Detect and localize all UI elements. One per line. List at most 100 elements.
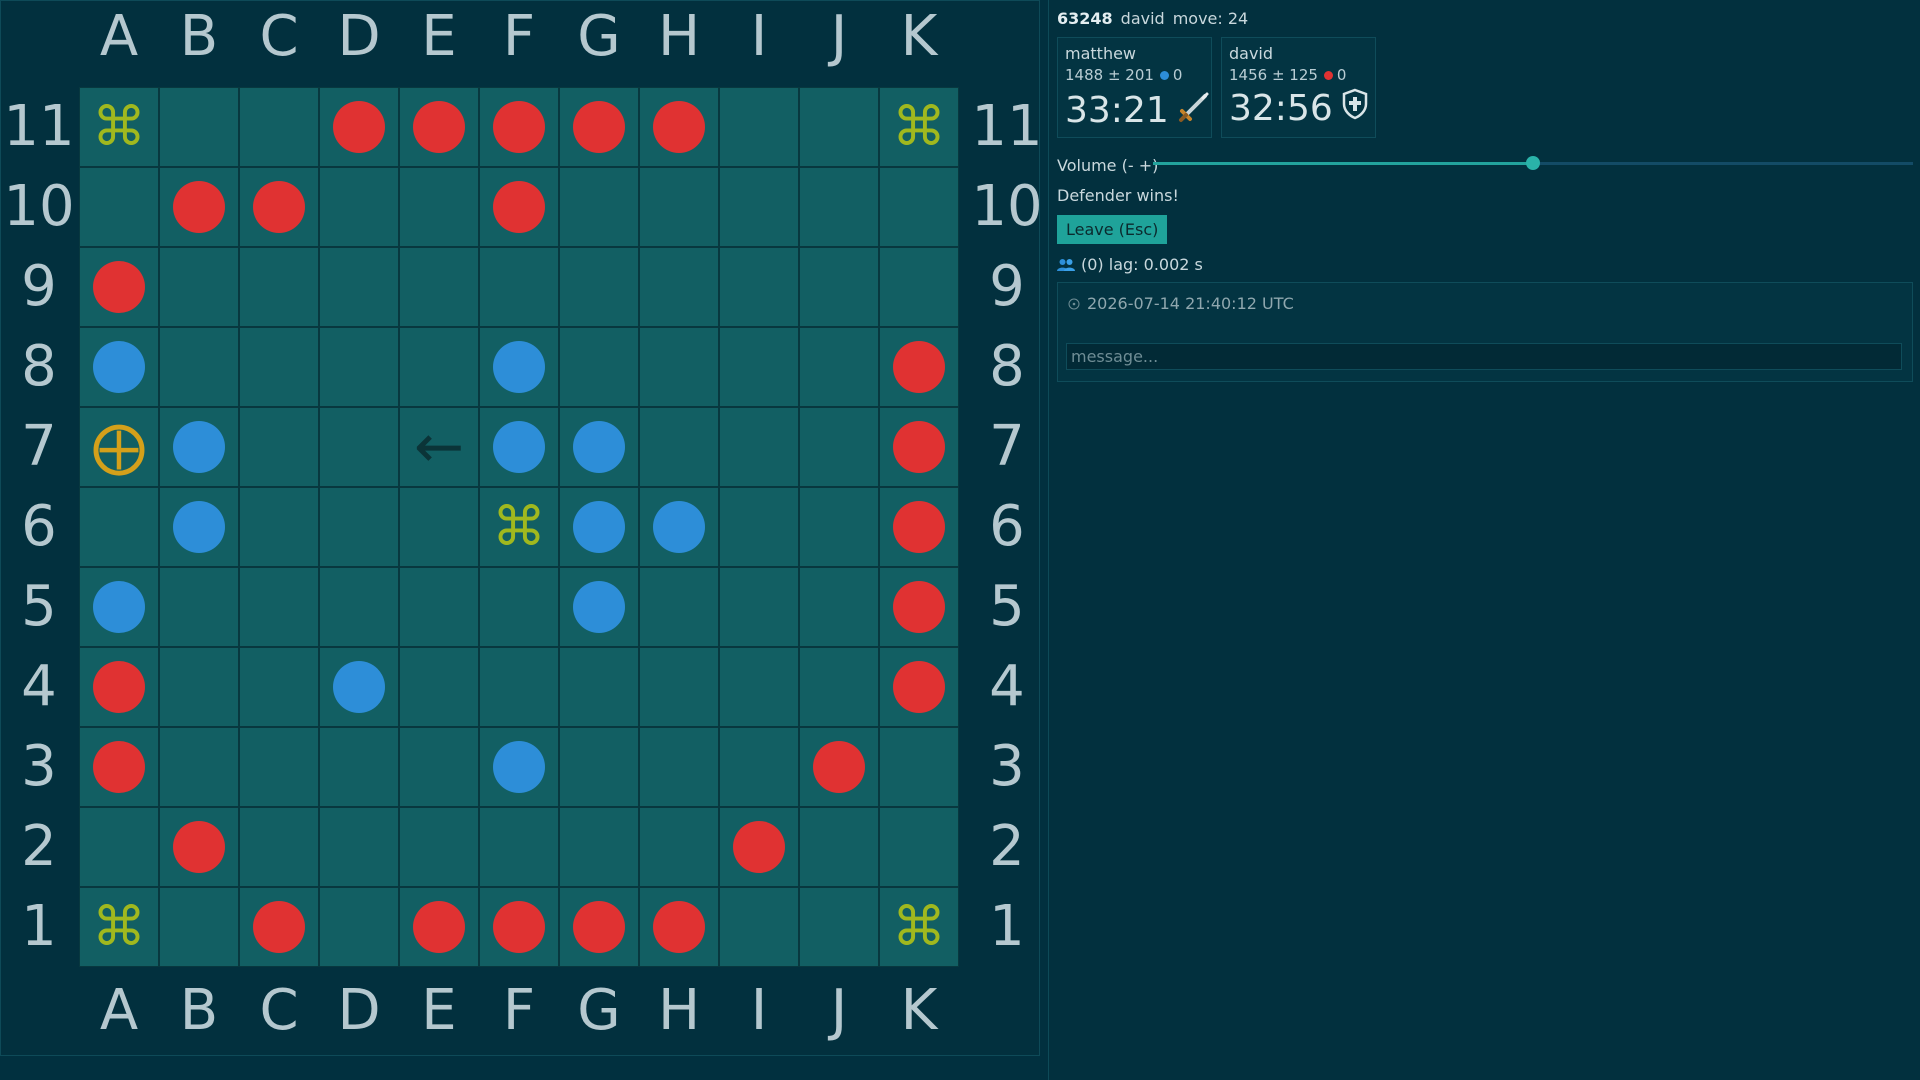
board-square-k2[interactable]	[879, 807, 959, 887]
board-square-c1[interactable]	[239, 887, 319, 967]
board-square-i3[interactable]	[719, 727, 799, 807]
board-square-c11[interactable]	[239, 87, 319, 167]
board-square-c6[interactable]	[239, 487, 319, 567]
board-square-e6[interactable]	[399, 487, 479, 567]
board-square-c5[interactable]	[239, 567, 319, 647]
board-square-g5[interactable]	[559, 567, 639, 647]
board-square-d9[interactable]	[319, 247, 399, 327]
board-square-g7[interactable]	[559, 407, 639, 487]
board-square-i11[interactable]	[719, 87, 799, 167]
attacker-piece[interactable]	[573, 101, 625, 153]
attacker-piece[interactable]	[493, 181, 545, 233]
game-board[interactable]: ⌘ ⌘ ⨁ ← ⌘ ⌘ ⌘	[79, 87, 963, 971]
board-square-h9[interactable]	[639, 247, 719, 327]
board-square-d5[interactable]	[319, 567, 399, 647]
defender-piece[interactable]	[573, 501, 625, 553]
board-square-j1[interactable]	[799, 887, 879, 967]
board-square-b3[interactable]	[159, 727, 239, 807]
board-square-k7[interactable]	[879, 407, 959, 487]
board-square-i5[interactable]	[719, 567, 799, 647]
board-square-j8[interactable]	[799, 327, 879, 407]
attacker-piece[interactable]	[93, 661, 145, 713]
board-square-f10[interactable]	[479, 167, 559, 247]
board-square-a4[interactable]	[79, 647, 159, 727]
defender-piece[interactable]	[573, 421, 625, 473]
attacker-piece[interactable]	[573, 901, 625, 953]
board-square-h10[interactable]	[639, 167, 719, 247]
board-square-h11[interactable]	[639, 87, 719, 167]
board-square-f8[interactable]	[479, 327, 559, 407]
board-square-a10[interactable]	[79, 167, 159, 247]
board-square-j9[interactable]	[799, 247, 879, 327]
board-square-a5[interactable]	[79, 567, 159, 647]
board-square-e5[interactable]	[399, 567, 479, 647]
board-square-a6[interactable]	[79, 487, 159, 567]
board-square-g10[interactable]	[559, 167, 639, 247]
board-square-h3[interactable]	[639, 727, 719, 807]
board-square-k4[interactable]	[879, 647, 959, 727]
defender-piece[interactable]	[653, 501, 705, 553]
board-square-a7[interactable]: ⨁	[79, 407, 159, 487]
board-square-a3[interactable]	[79, 727, 159, 807]
board-square-d6[interactable]	[319, 487, 399, 567]
board-square-j3[interactable]	[799, 727, 879, 807]
board-square-g6[interactable]	[559, 487, 639, 567]
board-square-g9[interactable]	[559, 247, 639, 327]
board-square-k6[interactable]	[879, 487, 959, 567]
board-square-i10[interactable]	[719, 167, 799, 247]
board-square-e10[interactable]	[399, 167, 479, 247]
board-square-f3[interactable]	[479, 727, 559, 807]
board-square-h1[interactable]	[639, 887, 719, 967]
board-square-f4[interactable]	[479, 647, 559, 727]
board-square-k10[interactable]	[879, 167, 959, 247]
board-square-a1[interactable]: ⌘	[79, 887, 159, 967]
board-square-d1[interactable]	[319, 887, 399, 967]
defender-piece[interactable]	[93, 581, 145, 633]
board-square-f6[interactable]: ⌘	[479, 487, 559, 567]
attacker-piece[interactable]	[413, 901, 465, 953]
board-square-f7[interactable]	[479, 407, 559, 487]
attacker-piece[interactable]	[813, 741, 865, 793]
board-square-f2[interactable]	[479, 807, 559, 887]
board-square-c9[interactable]	[239, 247, 319, 327]
attacker-piece[interactable]	[93, 741, 145, 793]
board-square-e7[interactable]: ←	[399, 407, 479, 487]
board-square-b8[interactable]	[159, 327, 239, 407]
board-square-i1[interactable]	[719, 887, 799, 967]
board-square-j7[interactable]	[799, 407, 879, 487]
board-square-h7[interactable]	[639, 407, 719, 487]
board-square-c8[interactable]	[239, 327, 319, 407]
board-square-i2[interactable]	[719, 807, 799, 887]
board-square-a9[interactable]	[79, 247, 159, 327]
board-square-g3[interactable]	[559, 727, 639, 807]
king-piece-icon[interactable]: ⨁	[92, 420, 146, 474]
attacker-piece[interactable]	[653, 901, 705, 953]
board-square-f11[interactable]	[479, 87, 559, 167]
board-square-d10[interactable]	[319, 167, 399, 247]
defender-piece[interactable]	[493, 421, 545, 473]
board-square-b2[interactable]	[159, 807, 239, 887]
board-square-k9[interactable]	[879, 247, 959, 327]
board-square-j6[interactable]	[799, 487, 879, 567]
board-square-k3[interactable]	[879, 727, 959, 807]
board-square-g1[interactable]	[559, 887, 639, 967]
board-square-c4[interactable]	[239, 647, 319, 727]
board-square-g11[interactable]	[559, 87, 639, 167]
board-square-h2[interactable]	[639, 807, 719, 887]
board-square-d2[interactable]	[319, 807, 399, 887]
attacker-piece[interactable]	[253, 181, 305, 233]
attacker-piece[interactable]	[653, 101, 705, 153]
board-square-e3[interactable]	[399, 727, 479, 807]
board-square-b1[interactable]	[159, 887, 239, 967]
attacker-piece[interactable]	[413, 101, 465, 153]
board-square-i9[interactable]	[719, 247, 799, 327]
board-square-b7[interactable]	[159, 407, 239, 487]
board-square-a2[interactable]	[79, 807, 159, 887]
board-square-f5[interactable]	[479, 567, 559, 647]
attacker-piece[interactable]	[733, 821, 785, 873]
defender-piece[interactable]	[573, 581, 625, 633]
board-square-d7[interactable]	[319, 407, 399, 487]
defender-piece[interactable]	[173, 421, 225, 473]
board-square-e11[interactable]	[399, 87, 479, 167]
board-square-e2[interactable]	[399, 807, 479, 887]
